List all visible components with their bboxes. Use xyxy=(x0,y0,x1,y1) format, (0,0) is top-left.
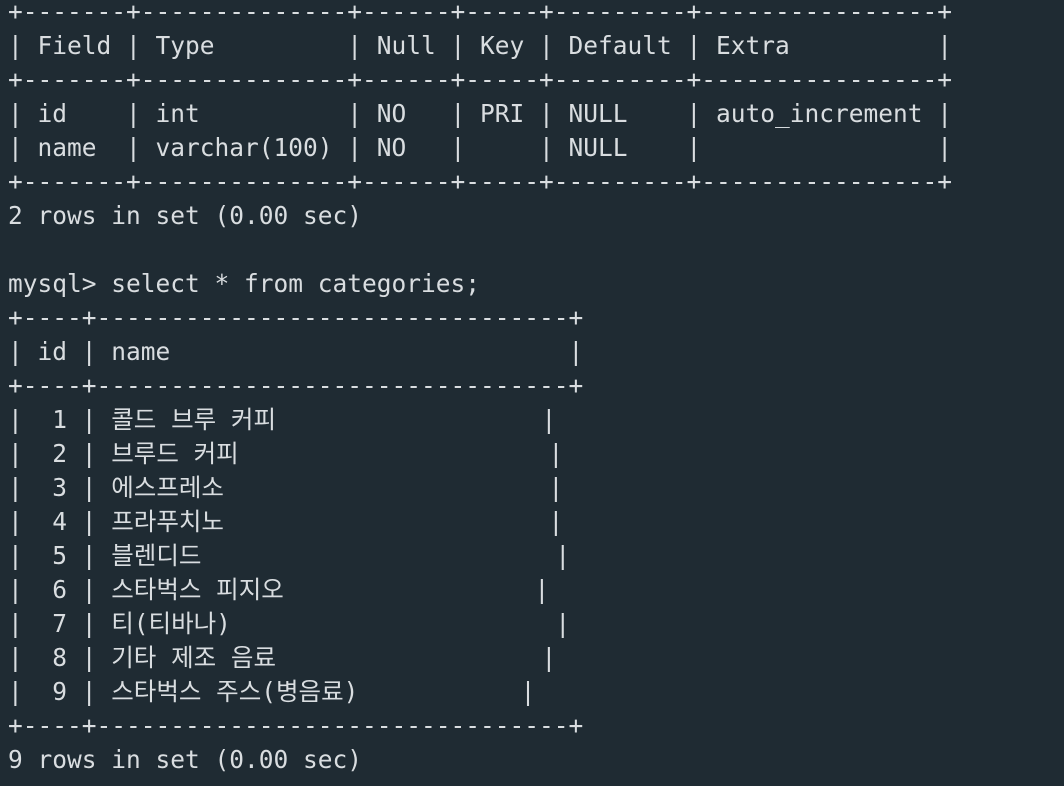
select-table-row: | 1 | 콜드 브루 커피 | xyxy=(8,405,557,434)
describe-table-border-top: +-------+--------------+------+-----+---… xyxy=(8,0,953,26)
select-table-row: | 8 | 기타 제조 음료 | xyxy=(8,643,557,672)
select-table-row: | 6 | 스타벅스 피지오 | xyxy=(8,575,550,604)
result-summary: 2 rows in set (0.00 sec) xyxy=(8,201,363,230)
terminal-output: +-------+--------------+------+-----+---… xyxy=(0,0,1064,781)
select-table-row: | 9 | 스타벅스 주스(병음료) | xyxy=(8,677,536,706)
describe-table-border-mid: +-------+--------------+------+-----+---… xyxy=(8,65,953,94)
select-table-border-bottom: +----+--------------------------------+ xyxy=(8,711,584,740)
describe-table-row: | name | varchar(100) | NO | | NULL | | xyxy=(8,133,953,162)
select-table-border-top: +----+--------------------------------+ xyxy=(8,303,584,332)
select-table-row: | 3 | 에스프레소 | xyxy=(8,473,564,502)
select-table-header: | id | name | xyxy=(8,337,584,366)
describe-table-border-bottom: +-------+--------------+------+-----+---… xyxy=(8,167,953,196)
describe-table-header: | Field | Type | Null | Key | Default | … xyxy=(8,31,953,60)
select-table-row: | 4 | 프라푸치노 | xyxy=(8,507,564,536)
result-summary: 9 rows in set (0.00 sec) xyxy=(8,745,363,774)
select-table-row: | 2 | 브루드 커피 | xyxy=(8,439,564,468)
select-table-row: | 7 | 티(티바나) | xyxy=(8,609,571,638)
select-table-row: | 5 | 블렌디드 | xyxy=(8,541,571,570)
describe-table-row: | id | int | NO | PRI | NULL | auto_incr… xyxy=(8,99,953,128)
select-table-border-mid: +----+--------------------------------+ xyxy=(8,371,584,400)
command-prompt: mysql> select * from categories; xyxy=(8,269,481,298)
